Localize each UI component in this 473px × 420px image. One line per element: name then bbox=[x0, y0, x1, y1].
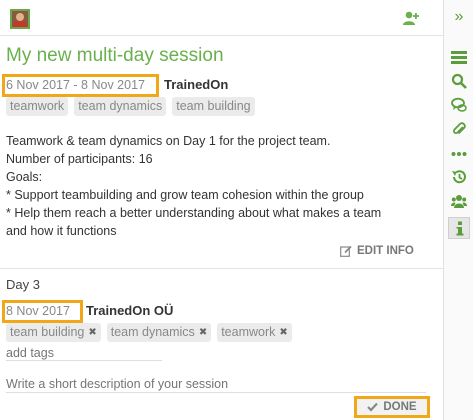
day-tags: team building ✖ team dynamics ✖ teamwork… bbox=[6, 323, 292, 342]
list-icon[interactable] bbox=[448, 46, 470, 68]
attachment-icon[interactable] bbox=[448, 118, 470, 140]
description-line: * Support teambuilding and grow team coh… bbox=[6, 188, 364, 202]
description-line: and how it functions bbox=[6, 224, 117, 238]
tag-teamwork: teamwork ✖ bbox=[217, 323, 292, 342]
done-label: DONE bbox=[383, 401, 417, 413]
day-label: Day 3 bbox=[6, 277, 40, 292]
panel-header bbox=[0, 0, 443, 36]
history-icon[interactable] bbox=[448, 166, 470, 188]
section-divider bbox=[0, 268, 443, 269]
session-title: My new multi-day session bbox=[6, 45, 224, 66]
description-line: Teamwork & team dynamics on Day 1 for th… bbox=[6, 134, 331, 148]
session-description: Teamwork & team dynamics on Day 1 for th… bbox=[6, 132, 426, 240]
edit-info-label: EDIT INFO bbox=[357, 245, 414, 257]
day-organizer: TrainedOn OÜ bbox=[86, 303, 174, 318]
description-line: Number of participants: 16 bbox=[6, 152, 153, 166]
tag-team-building: team building bbox=[172, 97, 255, 116]
tag-team-building: team building ✖ bbox=[6, 323, 101, 342]
tag-label: team dynamics bbox=[110, 325, 195, 339]
tag-teamwork: teamwork bbox=[6, 97, 69, 116]
collapse-panel-button[interactable]: » bbox=[444, 0, 473, 36]
add-user-icon[interactable] bbox=[402, 10, 420, 26]
remove-tag-icon[interactable]: ✖ bbox=[88, 325, 96, 340]
day-date: 8 Nov 2017 bbox=[6, 304, 70, 318]
group-icon[interactable] bbox=[448, 190, 470, 212]
tag-label: team building bbox=[10, 325, 85, 339]
tag-team-dynamics: team dynamics ✖ bbox=[106, 323, 212, 342]
check-icon bbox=[367, 402, 379, 412]
edit-info-button[interactable]: EDIT INFO bbox=[340, 245, 414, 257]
session-tags: teamwork team dynamics team building bbox=[6, 97, 255, 116]
more-icon[interactable] bbox=[448, 142, 470, 164]
remove-tag-icon[interactable]: ✖ bbox=[279, 325, 287, 340]
side-toolbar: » bbox=[443, 0, 473, 420]
session-dates: 6 Nov 2017 - 8 Nov 2017 bbox=[6, 78, 145, 92]
edit-icon bbox=[340, 245, 352, 257]
remove-tag-icon[interactable]: ✖ bbox=[199, 325, 207, 340]
description-line: * Help them reach a better understanding… bbox=[6, 206, 382, 220]
tag-team-dynamics: team dynamics bbox=[74, 97, 167, 116]
search-icon[interactable] bbox=[448, 70, 470, 92]
session-organizer: TrainedOn bbox=[164, 77, 229, 92]
description-line: Goals: bbox=[6, 170, 43, 184]
comments-icon[interactable] bbox=[448, 94, 470, 116]
tag-label: teamwork bbox=[221, 325, 276, 339]
done-button[interactable]: DONE bbox=[354, 396, 430, 418]
add-tags-input[interactable] bbox=[6, 345, 162, 361]
user-avatar[interactable] bbox=[10, 9, 30, 29]
info-icon[interactable] bbox=[448, 217, 470, 239]
session-description-input[interactable] bbox=[6, 375, 426, 393]
